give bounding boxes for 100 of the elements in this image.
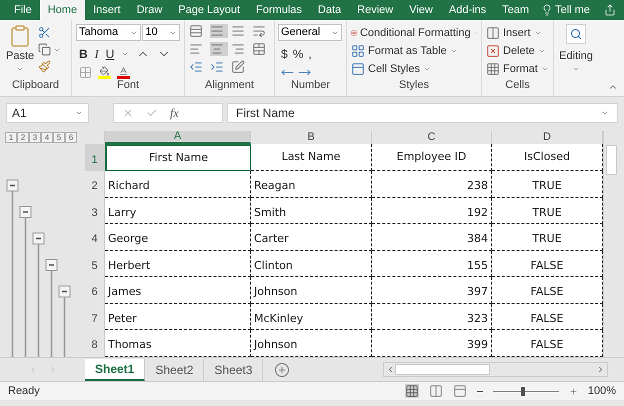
page-layout-view-icon[interactable] bbox=[428, 384, 443, 398]
merge-cells-icon bbox=[252, 42, 266, 56]
fill-color-button[interactable] bbox=[98, 66, 111, 79]
collapse-button[interactable] bbox=[6, 180, 18, 192]
align-left-icon bbox=[189, 42, 203, 56]
scroll-right-icon[interactable] bbox=[596, 365, 605, 374]
cells-menu-button[interactable]: Format bbox=[486, 60, 549, 78]
row-header[interactable]: 7 bbox=[85, 304, 105, 330]
font-color-icon bbox=[117, 66, 130, 79]
outline-level-button[interactable]: 1 bbox=[5, 132, 17, 143]
column-header[interactable]: B bbox=[251, 131, 372, 144]
column-header[interactable]: C bbox=[372, 131, 492, 144]
italic-button[interactable]: I bbox=[94, 45, 99, 63]
outline-level-button[interactable]: 5 bbox=[53, 132, 65, 143]
row-header[interactable]: 3 bbox=[85, 198, 105, 224]
ribbon-tab[interactable]: Add-ins bbox=[440, 0, 494, 20]
panel-icon bbox=[351, 62, 365, 76]
ribbon-tab[interactable]: Data bbox=[310, 0, 350, 20]
comma-button[interactable]: , bbox=[308, 45, 312, 63]
ribbon-tab[interactable]: Page Layout bbox=[170, 0, 248, 20]
group-label: Alignment bbox=[205, 80, 254, 93]
decrease-indent-icon bbox=[189, 60, 203, 74]
cells-menu-button[interactable]: Insert bbox=[486, 24, 549, 42]
middle-align-button[interactable] bbox=[210, 24, 228, 38]
currency-button[interactable]: $ bbox=[281, 45, 288, 63]
ribbon-tab[interactable]: Draw bbox=[128, 0, 170, 20]
paste-button[interactable]: Paste bbox=[6, 24, 34, 80]
number-format-field[interactable]: General bbox=[278, 24, 342, 41]
table-cell: 323 bbox=[372, 304, 492, 330]
underline-button[interactable]: U bbox=[106, 45, 114, 63]
share-icon[interactable] bbox=[604, 4, 616, 16]
top-align-icon bbox=[189, 24, 203, 38]
formula-field[interactable]: First Name bbox=[227, 103, 618, 123]
scissors-icon bbox=[38, 26, 52, 39]
sheet-tab[interactable]: Sheet1 bbox=[85, 358, 146, 380]
font-color-button[interactable] bbox=[117, 66, 130, 79]
collapse-button[interactable] bbox=[58, 286, 70, 298]
font-size-field[interactable]: 10 bbox=[142, 24, 180, 41]
font-name-field[interactable]: Tahoma bbox=[76, 24, 142, 41]
outline-level-button[interactable]: 4 bbox=[41, 132, 53, 143]
ribbon-tab[interactable]: Review bbox=[349, 0, 402, 20]
plus-icon bbox=[277, 364, 288, 374]
zoom-level-text: 100% bbox=[588, 384, 616, 399]
ribbon-tab[interactable]: Team bbox=[494, 0, 538, 20]
ribbon-tab[interactable]: Formulas bbox=[248, 0, 310, 20]
collapse-button[interactable] bbox=[32, 232, 44, 244]
table-cell: 238 bbox=[372, 171, 492, 198]
group-label: Number bbox=[290, 80, 330, 93]
percent-button[interactable]: % bbox=[292, 45, 304, 63]
table-cell: Johnson bbox=[251, 277, 372, 304]
copy-icon bbox=[38, 43, 52, 56]
zoom-in-icon[interactable] bbox=[568, 386, 578, 396]
outline-level-button[interactable]: 2 bbox=[17, 132, 29, 143]
delete-icon bbox=[486, 44, 500, 58]
ribbon-tab[interactable]: View bbox=[401, 0, 441, 20]
caret-icon bbox=[422, 65, 431, 73]
row-header[interactable]: 6 bbox=[85, 277, 105, 304]
editing-button[interactable]: Editing bbox=[559, 24, 593, 72]
borders-button[interactable] bbox=[79, 66, 92, 79]
ribbon-tab[interactable]: File bbox=[6, 0, 40, 20]
row-header[interactable]: 4 bbox=[85, 224, 105, 250]
zoom-slider[interactable] bbox=[492, 386, 559, 396]
row-header[interactable]: 1 bbox=[85, 144, 105, 171]
caret-icon bbox=[121, 50, 130, 58]
horizontal-scrollbar[interactable] bbox=[383, 362, 608, 377]
row-header[interactable]: 2 bbox=[85, 171, 105, 198]
name-box[interactable]: A1 bbox=[6, 103, 89, 123]
collapse-button[interactable] bbox=[20, 206, 32, 218]
cells-menu-button[interactable]: Delete bbox=[486, 42, 549, 60]
status-text: Ready bbox=[8, 384, 40, 399]
wrap-text-icon bbox=[252, 24, 266, 38]
page-break-view-icon[interactable] bbox=[452, 384, 467, 398]
column-header[interactable]: A bbox=[105, 131, 251, 144]
add-sheet-button[interactable] bbox=[275, 362, 290, 376]
table-cell: First Name bbox=[105, 144, 251, 171]
styles-menu-button[interactable]: Format as Table bbox=[351, 42, 477, 60]
group-label: Clipboard bbox=[12, 80, 60, 93]
pen-icon bbox=[231, 60, 245, 74]
table-cell: Last Name bbox=[251, 144, 372, 171]
search-icon bbox=[566, 24, 586, 44]
outline-level-button[interactable]: 6 bbox=[65, 132, 77, 143]
row-header[interactable]: 5 bbox=[85, 250, 105, 277]
outline-level-button[interactable]: 3 bbox=[29, 132, 41, 143]
styles-menu-button[interactable]: Cell Styles bbox=[351, 60, 477, 78]
table-cell: Employee ID bbox=[372, 144, 492, 171]
scroll-left-icon[interactable] bbox=[386, 365, 395, 374]
center-button[interactable] bbox=[210, 42, 228, 56]
normal-view-icon[interactable] bbox=[404, 384, 419, 398]
tell-me-button[interactable]: Tell me bbox=[541, 0, 590, 20]
row-header[interactable]: 8 bbox=[85, 330, 105, 356]
caret-icon bbox=[601, 109, 609, 117]
table-cell: Herbert bbox=[105, 250, 251, 277]
ribbon-tab[interactable]: Insert bbox=[85, 0, 129, 20]
insert-function-button[interactable]: fx bbox=[170, 104, 179, 122]
copy-button[interactable] bbox=[38, 43, 62, 56]
styles-menu-button[interactable]: Conditional Formatting bbox=[351, 24, 477, 42]
table-cell: McKinley bbox=[251, 304, 372, 330]
bold-button[interactable]: B bbox=[79, 45, 88, 63]
collapse-button[interactable] bbox=[46, 259, 58, 271]
ribbon-tab[interactable]: Home bbox=[40, 0, 86, 20]
